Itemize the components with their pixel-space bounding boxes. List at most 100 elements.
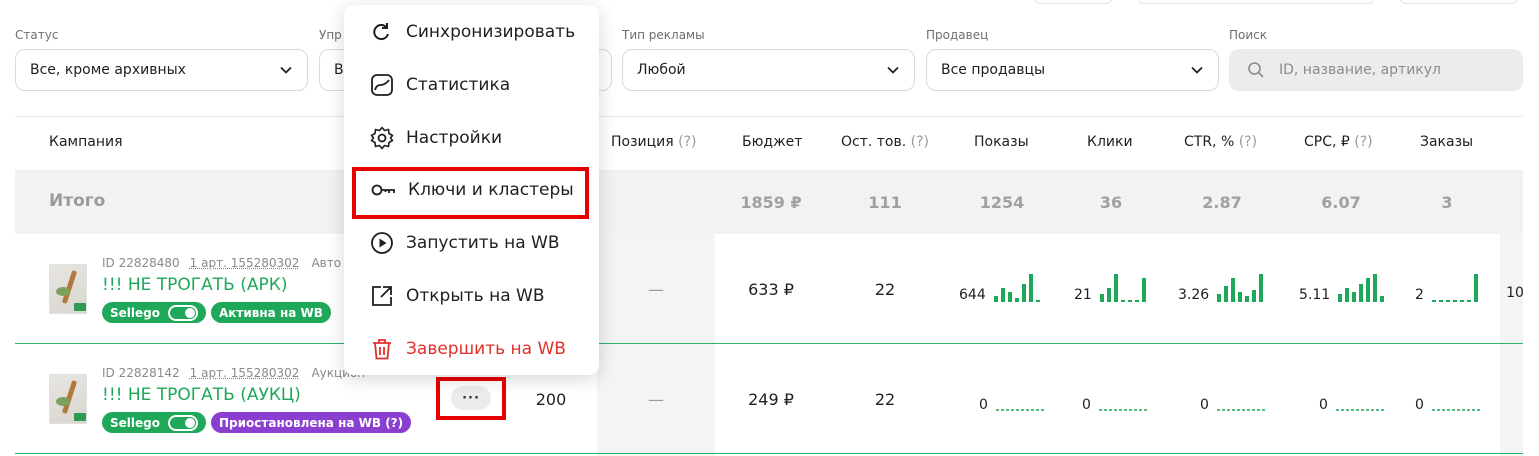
ctr-sparkline: 0	[1200, 396, 1265, 412]
menu-item-launch-wb[interactable]: Запустить на WB	[370, 230, 560, 256]
total-stock: 111	[868, 193, 902, 212]
header-orders[interactable]: Заказы	[1420, 134, 1473, 150]
header-impressions[interactable]: Показы	[974, 134, 1029, 150]
campaign-type: Авто	[311, 256, 342, 270]
total-clicks: 36	[1099, 193, 1123, 212]
help-icon[interactable]: (?)	[911, 134, 929, 150]
management-filter-label: Упр	[319, 28, 342, 42]
sparkline-baseline	[1335, 409, 1384, 411]
toggle-switch[interactable]	[167, 304, 198, 321]
gear-icon	[370, 126, 394, 150]
highlight-more-button	[436, 377, 506, 420]
refresh-icon	[373, 23, 389, 41]
orders-sparkline: 0	[1415, 396, 1480, 412]
help-icon[interactable]: (?)	[1354, 134, 1372, 150]
header-campaign[interactable]: Кампания	[49, 134, 123, 150]
seller-filter-select[interactable]: Все продавцы	[926, 49, 1219, 91]
row-divider	[15, 343, 1523, 344]
impressions-sparkline: 0	[979, 396, 1044, 412]
campaign-id: ID 22828480	[102, 256, 180, 270]
status-badge[interactable]: Приостановлена на WB (?)	[211, 412, 412, 433]
ad-type-filter-select[interactable]: Любой	[622, 49, 915, 91]
sparkline-bars	[1217, 274, 1264, 302]
clicks-sparkline: 0	[1082, 396, 1147, 412]
help-icon[interactable]: (?)	[678, 134, 696, 150]
row-divider	[15, 453, 1523, 454]
budget-value: 633 ₽	[748, 280, 794, 299]
product-thumbnail[interactable]	[49, 264, 87, 314]
campaign-id: ID 22828142	[102, 366, 180, 380]
edge-column-shade	[1500, 234, 1523, 456]
bid-value: 200	[535, 390, 567, 409]
sellego-toggle[interactable]: Sellego	[102, 302, 206, 323]
header-budget[interactable]: Бюджет	[742, 134, 802, 150]
sparkline-baseline	[1431, 409, 1480, 411]
cpc-sparkline: 0	[1319, 396, 1384, 412]
campaign-meta: ID 22828480 1 арт. 155280302 Авто	[102, 256, 341, 270]
impressions-sparkline: 644	[959, 274, 1042, 302]
menu-item-statistics[interactable]: Статистика	[370, 72, 510, 98]
header-cpc[interactable]: CPC, ₽ (?)	[1304, 134, 1373, 150]
menu-item-open-wb[interactable]: Открыть на WB	[370, 283, 545, 309]
menu-item-settings[interactable]: Настройки	[370, 125, 502, 151]
trash-icon	[373, 339, 391, 360]
next-column-value: 10	[1506, 285, 1524, 301]
campaign-meta: ID 22828142 1 арт. 155280302 Аукцион	[102, 366, 365, 380]
sparkline-baseline	[1216, 409, 1265, 411]
sparkline-baseline	[995, 409, 1044, 411]
campaign-name-link[interactable]: !!! НЕ ТРОГАТЬ (АУКЦ)	[102, 385, 301, 405]
sparkline-baseline	[1098, 409, 1147, 411]
position-value: —	[648, 280, 664, 299]
sellego-toggle[interactable]: Sellego	[102, 412, 206, 433]
total-cpc: 6.07	[1321, 193, 1361, 212]
header-clicks[interactable]: Клики	[1087, 134, 1133, 150]
budget-value: 249 ₽	[748, 390, 794, 409]
sparkline-bars	[1099, 274, 1146, 302]
menu-item-sync[interactable]: Синхронизировать	[370, 19, 575, 45]
status-badge: Активна на WB	[211, 302, 331, 323]
status-filter-label: Статус	[15, 28, 59, 42]
ad-type-filter-label: Тип рекламы	[622, 28, 705, 42]
header-stock[interactable]: Ост. тов. (?)	[841, 134, 929, 150]
chevron-down-icon	[1191, 66, 1203, 74]
cpc-sparkline: 5.11	[1299, 274, 1386, 302]
status-filter-select[interactable]: Все, кроме архивных	[15, 49, 308, 91]
seller-filter-label: Продавец	[926, 28, 989, 42]
search-label: Поиск	[1229, 28, 1268, 42]
chart-icon	[371, 74, 393, 96]
ad-type-filter-value: Любой	[637, 62, 686, 78]
header-position[interactable]: Позиция (?)	[611, 134, 697, 150]
toggle-switch[interactable]	[167, 414, 198, 431]
top-control-stub	[1034, 0, 1112, 4]
total-orders: 3	[1441, 193, 1453, 212]
article-link[interactable]: 1 арт. 155280302	[190, 366, 300, 380]
help-icon[interactable]: (?)	[1239, 134, 1257, 150]
position-column-shade	[597, 234, 715, 456]
ctr-sparkline: 3.26	[1178, 274, 1265, 302]
orders-sparkline: 2	[1415, 274, 1480, 302]
total-impressions: 1254	[979, 193, 1025, 212]
sparkline-bars	[1431, 274, 1478, 302]
chevron-down-icon	[280, 66, 292, 74]
external-link-icon	[372, 286, 392, 306]
sparkline-bars	[1338, 274, 1385, 302]
play-icon	[371, 232, 393, 254]
seller-filter-value: Все продавцы	[941, 62, 1046, 78]
stock-value: 22	[874, 390, 896, 409]
management-filter-value: В	[334, 62, 344, 78]
clicks-sparkline: 21	[1074, 274, 1148, 302]
product-thumbnail[interactable]	[49, 374, 87, 424]
total-budget: 1859 ₽	[740, 193, 802, 212]
search-icon	[1248, 62, 1264, 78]
article-link[interactable]: 1 арт. 155280302	[190, 256, 300, 270]
search-input[interactable]: ID, название, артикул	[1229, 49, 1523, 91]
status-filter-value: Все, кроме архивных	[30, 62, 186, 78]
campaign-name-link[interactable]: !!! НЕ ТРОГАТЬ (АРК)	[102, 275, 287, 295]
highlight-keys-clusters	[352, 167, 589, 219]
search-placeholder: ID, название, артикул	[1279, 62, 1441, 78]
menu-item-finish-wb[interactable]: Завершить на WB	[370, 336, 566, 362]
top-control-stub	[1137, 0, 1375, 4]
total-label: Итого	[49, 191, 106, 211]
header-ctr[interactable]: CTR, % (?)	[1184, 134, 1257, 150]
filters-divider	[15, 116, 1523, 117]
